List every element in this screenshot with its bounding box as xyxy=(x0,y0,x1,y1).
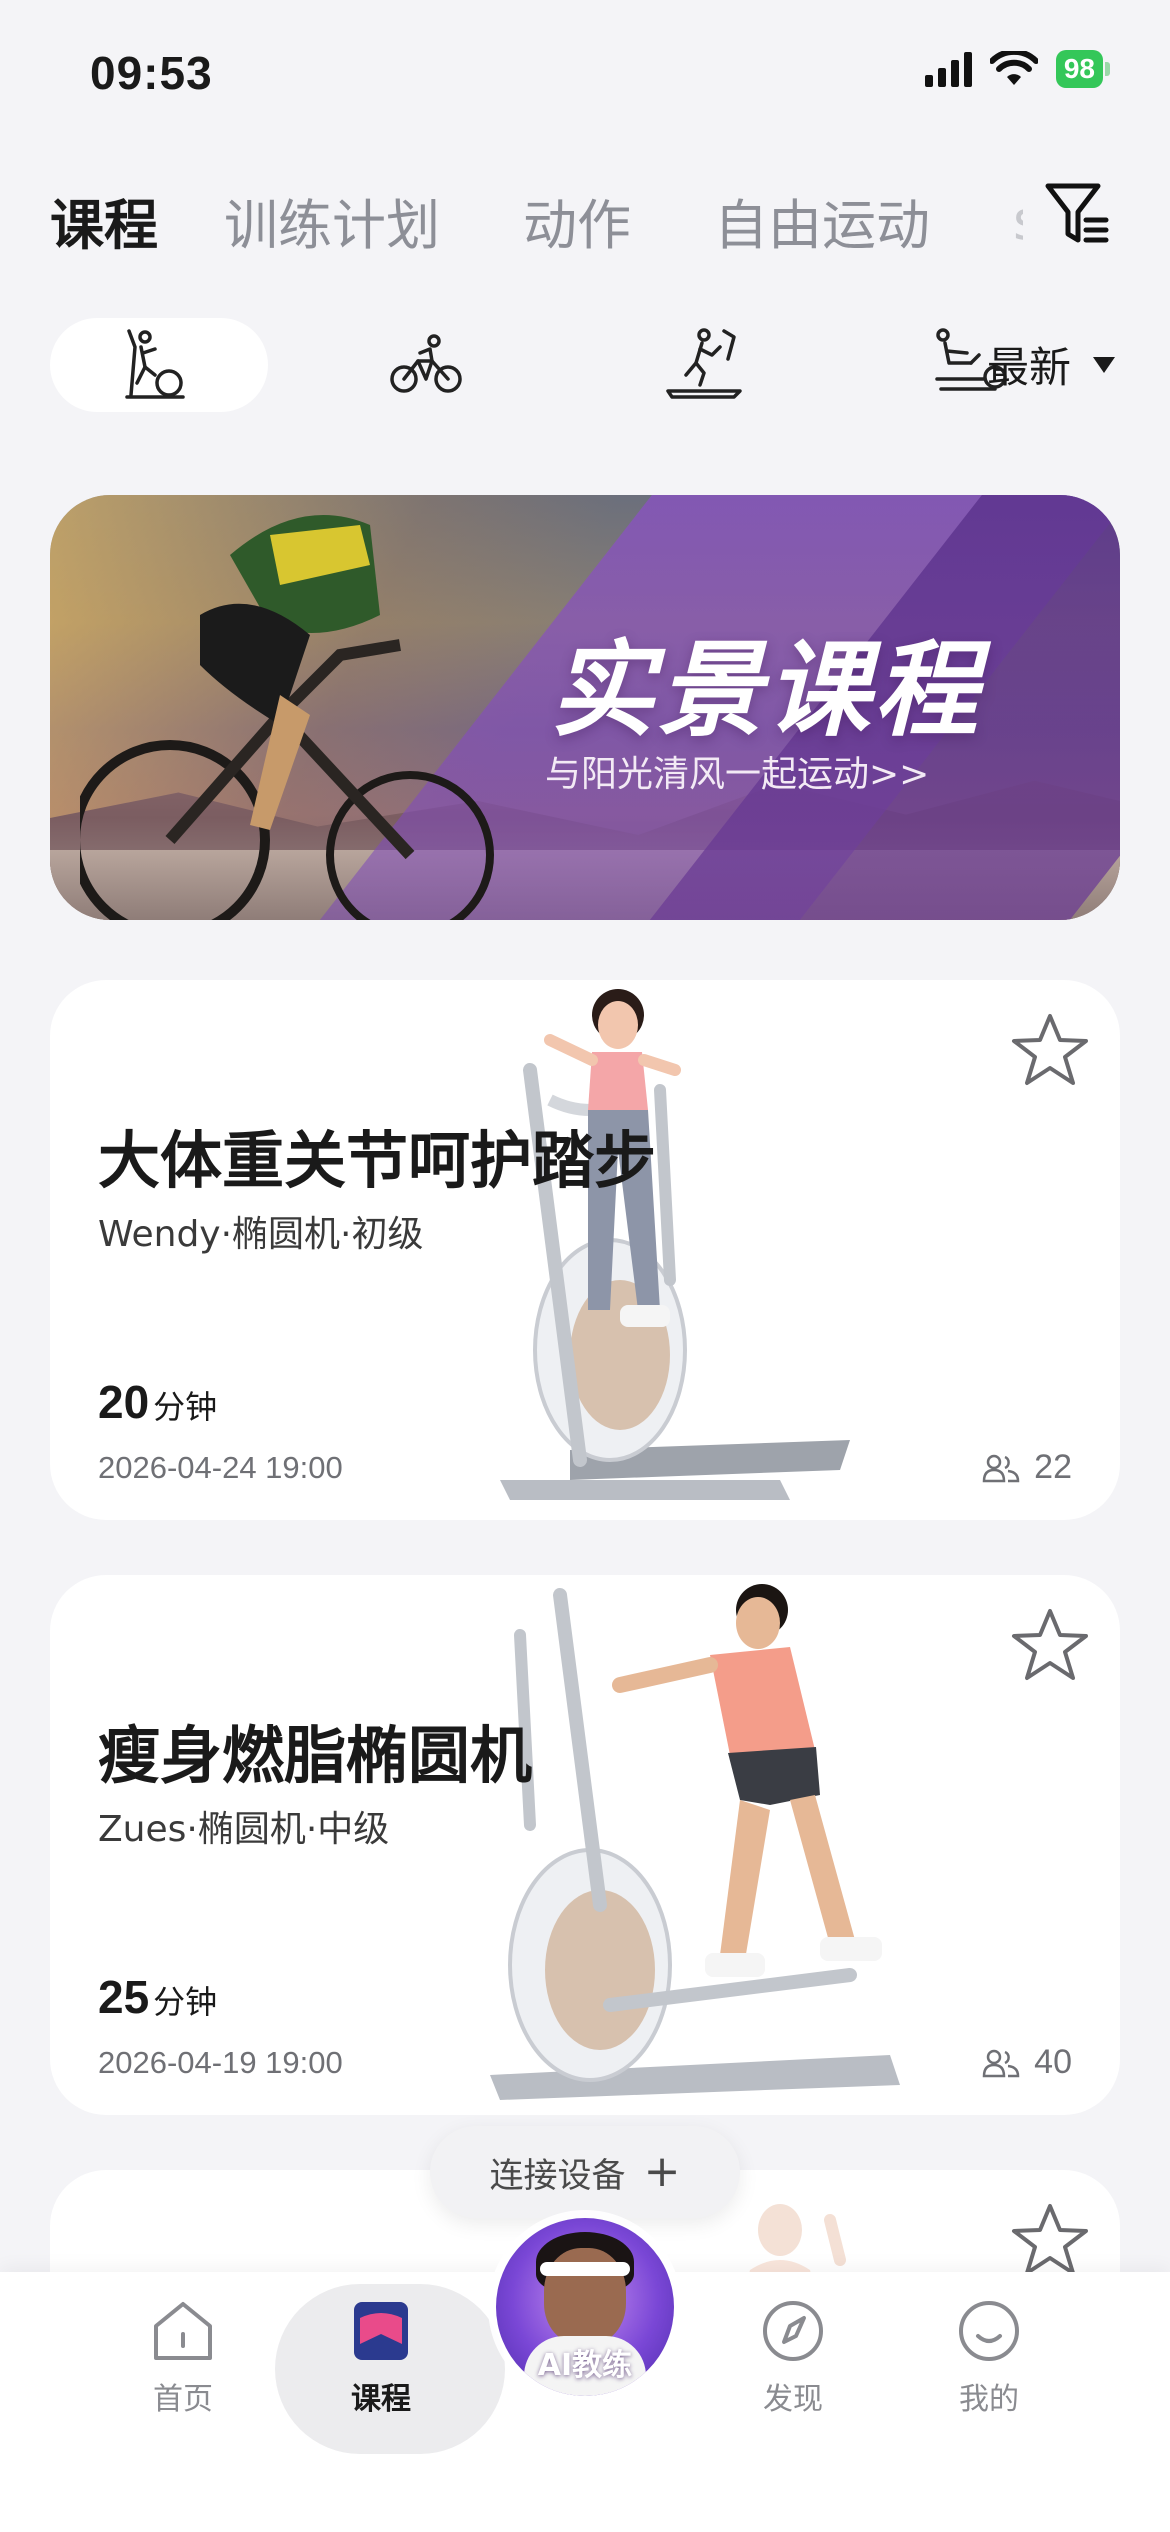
course-datetime: 2026-04-19 19:00 xyxy=(98,2045,343,2080)
course-title: 大体重关节呵护踏步 xyxy=(98,1124,657,1197)
star-icon[interactable] xyxy=(1010,2200,1090,2280)
ai-coach-label: AI教练 xyxy=(537,2348,633,2383)
sort-dropdown[interactable]: 最新 xyxy=(987,334,1115,395)
course-title: 瘦身燃脂椭圆机 xyxy=(98,1719,533,1792)
nav-item-discover[interactable]: 发现 xyxy=(728,2298,858,2418)
banner-subtitle: 与阳光清风一起运动>> xyxy=(545,754,930,795)
elliptical-icon xyxy=(125,329,185,399)
duration-value: 25 xyxy=(98,1971,150,2023)
status-time: 09:53 xyxy=(90,47,213,99)
status-bar: 09:53 98 xyxy=(0,0,1170,150)
tab-training-plan[interactable]: 训练计划 xyxy=(224,181,440,260)
nav-item-course[interactable]: 课程 xyxy=(316,2298,446,2418)
filter-icon[interactable] xyxy=(1042,178,1112,248)
tab-free-exercise[interactable]: 自由运动 xyxy=(714,181,930,260)
tab-movements[interactable]: 动作 xyxy=(523,181,631,260)
cyclist-image xyxy=(80,515,494,920)
bike-icon xyxy=(390,334,462,393)
nav-item-home[interactable]: 首页 xyxy=(118,2298,248,2418)
participants-number: 40 xyxy=(1034,2043,1072,2081)
duration-unit: 分钟 xyxy=(153,1983,218,2021)
people-icon xyxy=(982,2049,1020,2077)
star-icon[interactable] xyxy=(1010,1010,1090,1090)
tab-courses[interactable]: 课程 xyxy=(50,181,158,260)
duration-value: 20 xyxy=(98,1376,150,1428)
nav-label-home: 首页 xyxy=(153,2382,213,2417)
tab-overflow[interactable]: s xyxy=(1013,189,1023,252)
course-duration: 20 分钟 xyxy=(98,1375,217,1429)
status-indicators: 98 xyxy=(924,50,1110,88)
scenic-course-banner[interactable]: 实景课程 与阳光清风一起运动>> xyxy=(50,495,1120,920)
participants-number: 22 xyxy=(1034,1448,1072,1486)
treadmill-icon xyxy=(666,328,742,399)
connect-device-label: 连接设备 xyxy=(489,2155,626,2196)
star-icon[interactable] xyxy=(1010,1605,1090,1685)
course-thumbnail-image xyxy=(490,1584,900,2100)
course-thumbnail-image xyxy=(500,989,850,1500)
duration-unit: 分钟 xyxy=(153,1388,218,1426)
compass-icon xyxy=(763,2301,823,2361)
top-tab-bar: 课程 训练计划 动作 自由运动 s xyxy=(50,180,1023,260)
course-card[interactable]: 瘦身燃脂椭圆机 Zues·椭圆机·中级 25 分钟 2026-04-19 19:0… xyxy=(50,1575,1120,2115)
participants-count: 40 xyxy=(982,2043,1072,2082)
participants-count: 22 xyxy=(982,1448,1072,1487)
connect-device-button[interactable]: 连接设备 + xyxy=(430,2126,740,2218)
nav-label-mine: 我的 xyxy=(959,2382,1019,2417)
banner-title: 实景课程 xyxy=(550,629,983,751)
home-icon xyxy=(154,2302,212,2360)
sort-label: 最新 xyxy=(986,343,1071,392)
equipment-treadmill-button[interactable] xyxy=(595,318,813,412)
course-meta: Zues·椭圆机·中级 xyxy=(98,1809,390,1850)
course-card[interactable]: 大体重关节呵护踏步 Wendy·椭圆机·初级 20 分钟 2026-04-24 1… xyxy=(50,980,1120,1520)
plus-icon: + xyxy=(643,2146,681,2197)
course-duration: 25 分钟 xyxy=(98,1970,217,2024)
smile-profile-icon xyxy=(959,2301,1019,2361)
nav-item-mine[interactable]: 我的 xyxy=(924,2298,1054,2418)
course-icon xyxy=(354,2302,408,2360)
course-meta: Wendy·椭圆机·初级 xyxy=(98,1214,424,1255)
equipment-selector xyxy=(50,318,1120,412)
battery-level: 98 xyxy=(1055,50,1103,88)
battery-icon: 98 xyxy=(1055,50,1110,88)
ai-coach-button[interactable]: AI教练 xyxy=(496,2218,674,2396)
caret-down-icon xyxy=(1093,356,1115,373)
nav-label-discover: 发现 xyxy=(763,2382,823,2417)
course-datetime: 2026-04-24 19:00 xyxy=(98,1450,343,1485)
wifi-icon xyxy=(989,51,1038,85)
nav-label-course: 课程 xyxy=(351,2382,411,2417)
equipment-bike-button[interactable] xyxy=(317,318,535,412)
equipment-elliptical-button[interactable] xyxy=(50,318,268,412)
people-icon xyxy=(982,1454,1020,1482)
cellular-signal-icon xyxy=(924,51,972,87)
